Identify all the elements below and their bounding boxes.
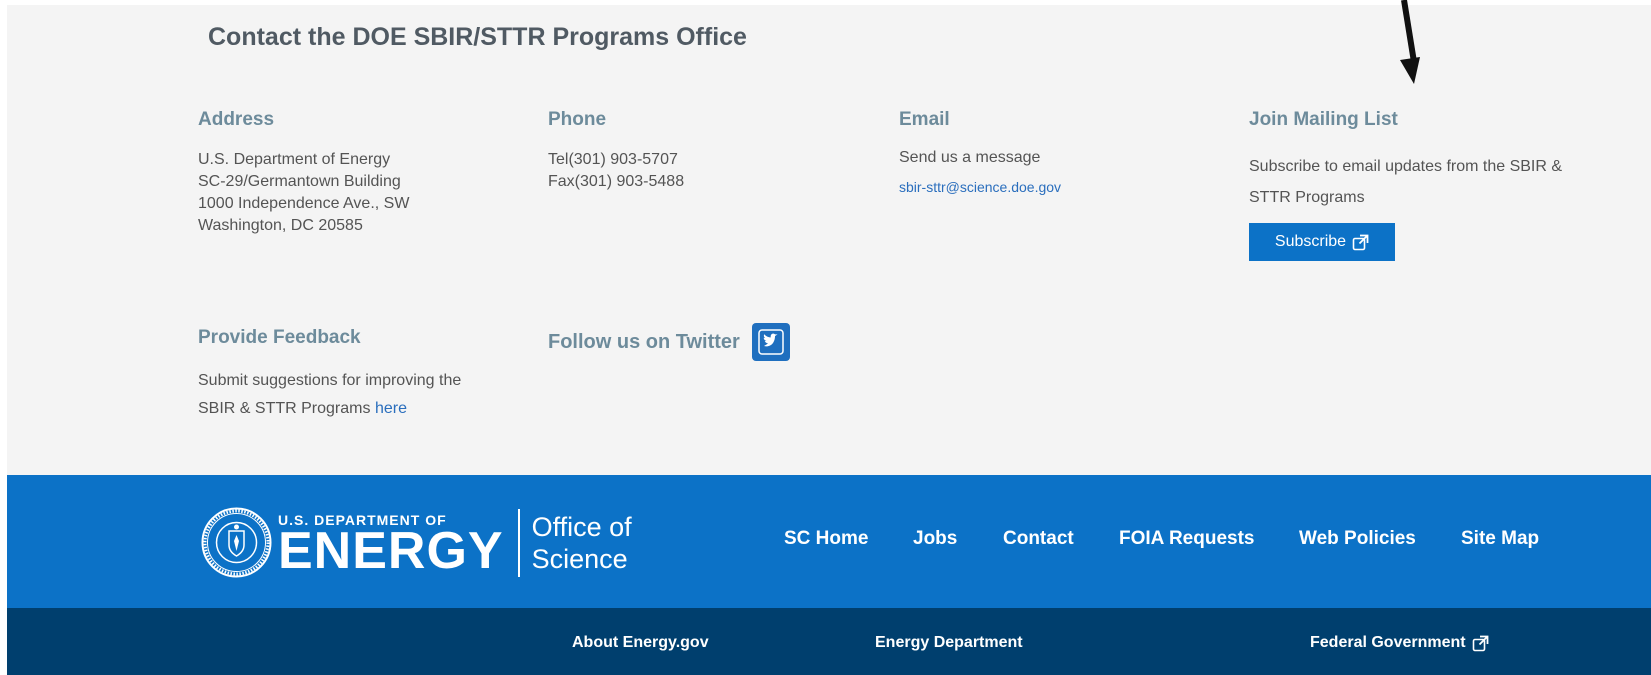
address-lines: U.S. Department of Energy SC-29/Germanto… [198, 149, 409, 237]
footer-blue: U.S. DEPARTMENT OF ENERGY Office of Scie… [7, 475, 1651, 608]
twitter-button[interactable] [751, 323, 790, 361]
email-heading: Email [899, 109, 950, 130]
feedback-link[interactable]: here [375, 400, 407, 417]
address-line: Washington, DC 20585 [198, 217, 363, 234]
nav-sc-home[interactable]: SC Home [784, 528, 868, 550]
address-line: U.S. Department of Energy [198, 151, 391, 168]
nav-web-policies[interactable]: Web Policies [1299, 528, 1416, 550]
phone-fax: Fax(301) 903-5488 [548, 173, 685, 190]
twitter-icon [758, 329, 784, 355]
external-link-icon [1352, 234, 1369, 250]
phone-heading: Phone [548, 109, 607, 130]
doe-logo[interactable]: U.S. DEPARTMENT OF ENERGY Office of Scie… [201, 507, 632, 578]
email-message: Send us a message [899, 149, 1041, 166]
phone-tel: Tel(301) 903-5707 [548, 151, 678, 168]
feedback-text: Submit suggestions for improving the SBI… [198, 367, 498, 423]
address-heading: Address [198, 109, 275, 130]
doe-wordmark: U.S. DEPARTMENT OF ENERGY [278, 512, 504, 580]
about-energy-label: About Energy.gov [572, 634, 709, 651]
feedback-column: Provide Feedback Submit suggestions for … [198, 327, 498, 423]
doe-big-text: ENERGY [278, 521, 504, 580]
nav-contact[interactable]: Contact [1003, 528, 1074, 550]
office-of-science: Office of Science [532, 511, 632, 575]
phone-column: Phone Tel(301) 903-5707 Fax(301) 903-548… [548, 109, 684, 193]
twitter-label: Follow us on Twitter [548, 330, 740, 353]
subscribe-label: Subscribe [1274, 233, 1347, 250]
mailing-list-heading: Join Mailing List [1249, 109, 1398, 130]
office-line-1: Office of [531, 511, 632, 542]
nav-jobs[interactable]: Jobs [913, 528, 957, 550]
contact-title: Contact the DOE SBIR/STTR Programs Offic… [208, 23, 747, 51]
nav-site-map[interactable]: Site Map [1461, 528, 1539, 550]
subscribe-button[interactable]: Subscribe [1249, 223, 1395, 261]
link-energy-department[interactable]: Energy Department [875, 634, 1023, 652]
twitter-row: Follow us on Twitter [548, 323, 790, 361]
feedback-description: Submit suggestions for improving the SBI… [198, 372, 462, 417]
link-about-energy-gov[interactable]: About Energy.gov [572, 634, 709, 652]
email-link[interactable]: sbir-sttr@science.doe.gov [899, 179, 1061, 195]
email-column: Email Send us a message sbir-sttr@scienc… [899, 109, 1061, 195]
address-line: SC-29/Germantown Building [198, 173, 401, 190]
annotation-arrow-icon [1400, 0, 1420, 84]
mailing-list-text: Subscribe to email updates from the SBIR… [1249, 158, 1563, 206]
nav-foia-requests[interactable]: FOIA Requests [1119, 528, 1255, 550]
link-federal-government[interactable]: Federal Government [1310, 634, 1489, 652]
phone-lines: Tel(301) 903-5707 Fax(301) 903-5488 [548, 149, 684, 193]
energy-department-label: Energy Department [875, 634, 1023, 651]
address-line: 1000 Independence Ave., SW [198, 195, 410, 212]
logo-divider [517, 508, 520, 577]
page: Contact the DOE SBIR/STTR Programs Offic… [0, 0, 1651, 675]
doe-seal-icon [201, 507, 272, 578]
footer-dark: About Energy.gov Energy Department Feder… [7, 608, 1651, 675]
address-column: Address U.S. Department of Energy SC-29/… [198, 109, 409, 237]
external-link-icon [1472, 635, 1489, 651]
feedback-heading: Provide Feedback [198, 327, 361, 348]
mailing-list-column: Join Mailing List Subscribe to email upd… [1249, 109, 1589, 261]
office-line-2: Science [531, 543, 628, 574]
federal-government-label: Federal Government [1310, 634, 1466, 651]
